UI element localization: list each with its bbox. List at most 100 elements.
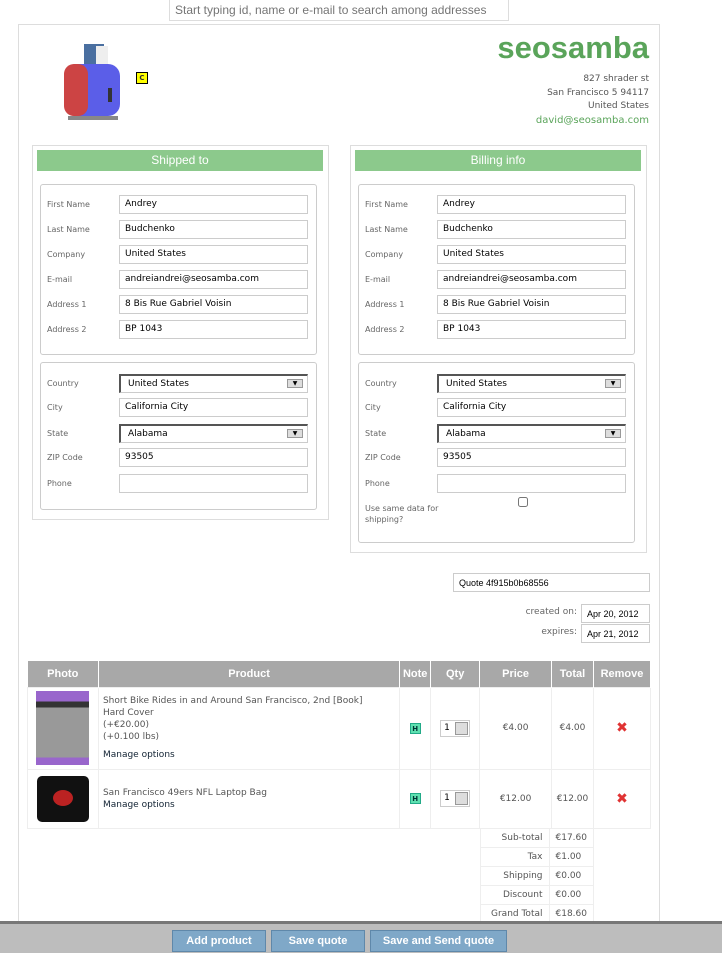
city-label: City [365,403,381,412]
note-icon[interactable]: H [409,722,421,734]
billing-address1-input[interactable]: 8 Bis Rue Gabriel Voisin [437,295,626,314]
billing-company-input[interactable]: United States [437,245,626,264]
address1-label: Address 1 [365,300,405,309]
shipping-zip-input[interactable]: 93505 [119,448,308,467]
last-name-label: Last Name [365,225,408,234]
col-note: Note [399,661,432,687]
product-name: San Francisco 49ers NFL Laptop Bag [102,787,267,798]
totals-value: €0.00 [548,885,594,905]
billing-state-select[interactable]: Alabama ▼ [437,424,626,443]
billing-zip-input[interactable]: 93505 [437,448,626,467]
remove-icon[interactable]: ✖ [616,791,628,807]
country-label: Country [47,379,79,388]
col-photo: Photo [27,661,99,687]
dropdown-arrow-icon: ▼ [287,379,303,388]
spinner-arrows-icon[interactable] [455,792,469,805]
table-row: Short Bike Rides in and Around San Franc… [27,686,652,770]
address2-label: Address 2 [47,325,87,334]
add-product-button[interactable]: Add product [172,930,266,952]
zip-label: ZIP Code [47,453,83,462]
shipping-country-select[interactable]: United States ▼ [119,374,308,393]
shipping-header: Shipped to [37,150,323,171]
price: €12.00 [479,768,553,829]
note-icon[interactable]: H [409,793,421,804]
company-street: 827 shrader st [583,74,649,84]
product-photo-bag [36,775,89,822]
company-name: seosamba [497,30,649,65]
state-label: State [365,429,387,438]
products-table: Photo Product Note Qty Price Total Remov… [27,661,652,829]
billing-first-name-input[interactable]: Andrey [437,195,626,214]
expires-input[interactable] [581,624,650,643]
manage-options-link[interactable]: Manage options [103,749,398,761]
store-logo [62,42,124,122]
product-option: Hard Cover [102,708,154,718]
shipping-email-input[interactable]: andreiandrei@seosamba.com [119,270,308,289]
totals-row: Tax €1.00 [480,847,594,867]
email-label: E-mail [47,275,73,284]
selected-value: Alabama [128,429,168,439]
shipping-phone-input[interactable] [119,474,308,493]
selected-value: United States [446,379,507,389]
address2-label: Address 2 [365,325,405,334]
first-name-label: First Name [47,200,90,209]
save-quote-button[interactable]: Save quote [271,930,365,952]
totals-row: Sub-total €17.60 [480,828,594,848]
shipping-first-name-input[interactable]: Andrey [119,195,308,214]
created-on-input[interactable] [581,604,650,623]
selected-value: Alabama [446,429,486,439]
billing-country-select[interactable]: United States ▼ [437,374,626,393]
totals-value: €17.60 [548,828,594,848]
col-price: Price [479,661,553,687]
shipping-address1-input[interactable]: 8 Bis Rue Gabriel Voisin [119,295,308,314]
totals-label: Shipping [480,866,550,886]
dropdown-arrow-icon: ▼ [287,429,303,438]
shipping-city-input[interactable]: California City [119,398,308,417]
qty-stepper[interactable]: 1 [440,790,471,807]
billing-phone-input[interactable] [437,474,626,493]
product-option-weight: (+0.100 lbs) [102,732,160,742]
dropdown-arrow-icon: ▼ [605,429,621,438]
col-remove: Remove [593,661,652,687]
col-qty: Qty [430,661,481,687]
billing-last-name-input[interactable]: Budchenko [437,220,626,239]
qty-value: 1 [444,722,450,733]
company-label: Company [47,250,86,259]
billing-city-input[interactable]: California City [437,398,626,417]
spinner-arrows-icon[interactable] [455,721,469,735]
shipping-state-select[interactable]: Alabama ▼ [119,424,308,443]
total: €12.00 [551,768,594,829]
address-search-input[interactable] [169,0,509,21]
dropdown-arrow-icon: ▼ [605,379,621,388]
table-row: San Francisco 49ers NFL Laptop Bag Manage… [27,768,652,829]
remove-icon[interactable]: ✖ [616,720,628,736]
shipping-last-name-input[interactable]: Budchenko [119,220,308,239]
same-data-checkbox[interactable] [518,497,528,507]
company-country: United States [588,101,649,111]
billing-address2-input[interactable]: BP 1043 [437,320,626,339]
manage-options-link[interactable]: Manage options [103,799,398,811]
qty-stepper[interactable]: 1 [440,719,471,737]
billing-email-input[interactable]: andreiandrei@seosamba.com [437,270,626,289]
col-product: Product [98,661,401,687]
save-and-send-quote-button[interactable]: Save and Send quote [370,930,507,952]
col-total: Total [551,661,594,687]
city-label: City [47,403,63,412]
company-label: Company [365,250,404,259]
billing-header: Billing info [355,150,641,171]
expires-label: expires: [541,627,577,637]
quote-title-input[interactable] [453,573,650,592]
first-name-label: First Name [365,200,408,209]
shipping-address2-input[interactable]: BP 1043 [119,320,308,339]
totals-label: Sub-total [480,828,550,848]
company-badge: C [136,72,148,84]
totals-row: Shipping €0.00 [480,866,594,886]
zip-label: ZIP Code [365,453,401,462]
email-label: E-mail [365,275,391,284]
totals-label: Tax [480,847,550,867]
created-on-label: created on: [525,607,577,617]
company-email: david@seosamba.com [535,115,649,126]
product-photo-book [36,691,90,765]
shipping-company-input[interactable]: United States [119,245,308,264]
totals-label: Discount [480,885,550,905]
